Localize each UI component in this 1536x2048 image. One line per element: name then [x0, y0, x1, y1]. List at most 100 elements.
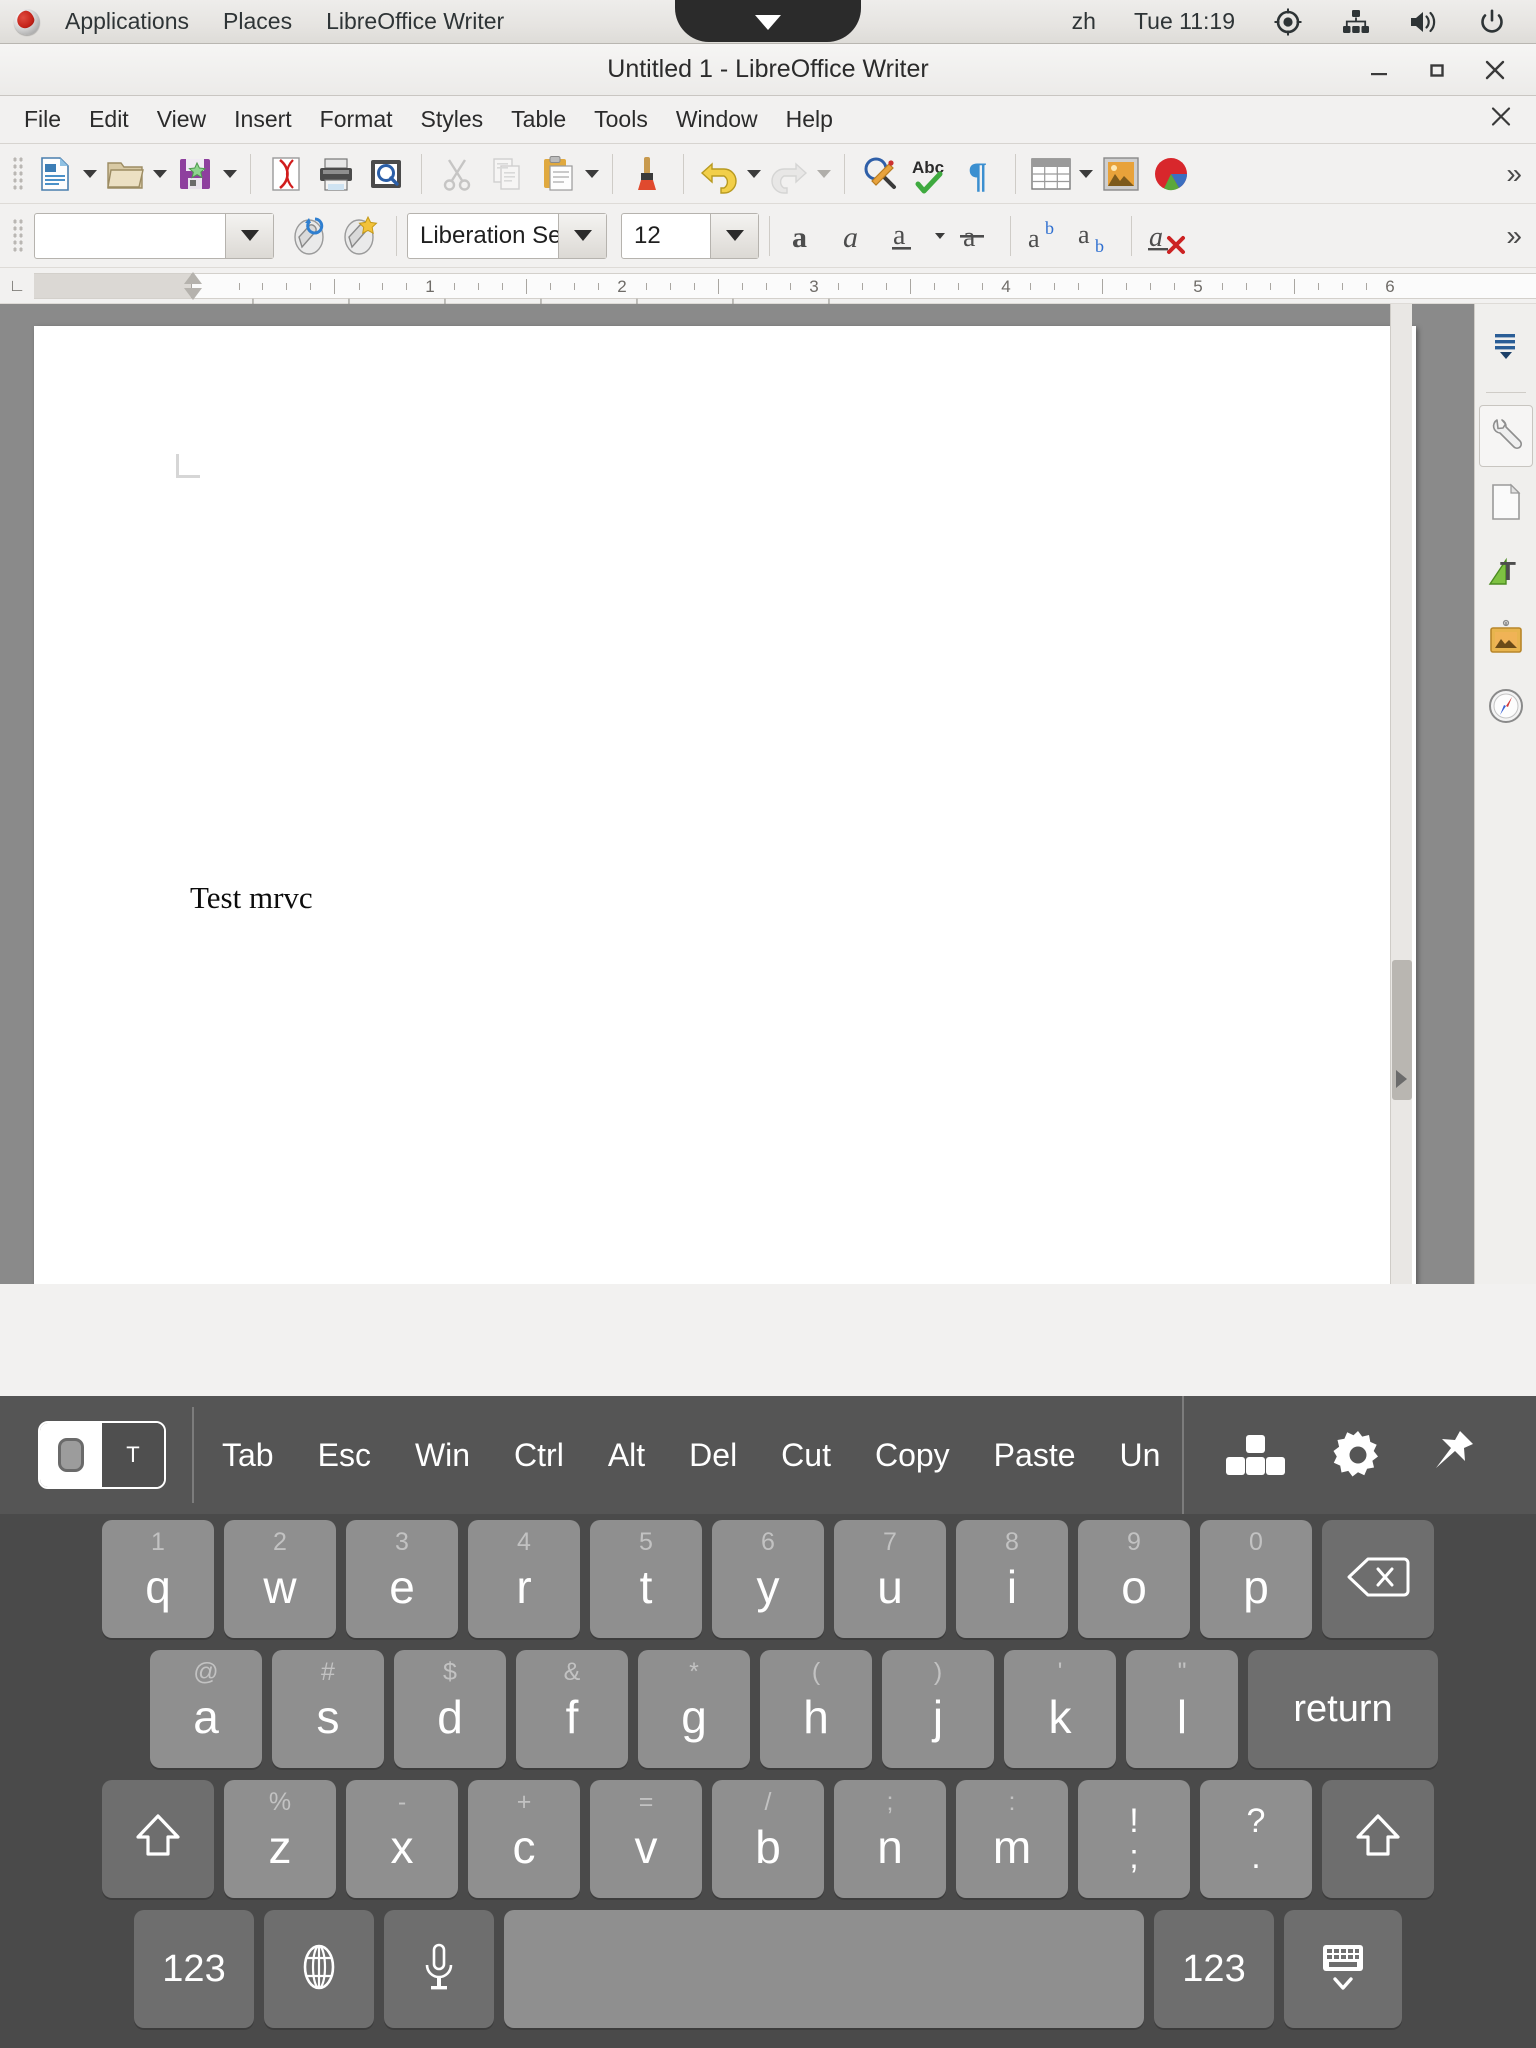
- window-minimize-button[interactable]: [1364, 55, 1394, 85]
- key-a[interactable]: @a: [150, 1650, 262, 1768]
- horizontal-ruler[interactable]: ∟ 1 2 3 4: [0, 268, 1536, 304]
- key-i[interactable]: 8i: [956, 1520, 1068, 1638]
- menu-tools[interactable]: Tools: [580, 96, 662, 144]
- backspace-key[interactable]: [1322, 1520, 1434, 1638]
- underline-dropdown[interactable]: [930, 213, 950, 259]
- panel-input-source[interactable]: zh: [1055, 0, 1113, 44]
- paintbrush-icon[interactable]: [623, 149, 673, 199]
- panel-power-button[interactable]: [1460, 0, 1524, 44]
- new-doc-icon[interactable]: [30, 149, 80, 199]
- bold-a-icon[interactable]: a: [780, 211, 830, 261]
- panel-menu-places[interactable]: Places: [206, 0, 309, 44]
- key-p[interactable]: 0p: [1200, 1520, 1312, 1638]
- subscript-icon[interactable]: ab: [1071, 211, 1121, 261]
- kb-key-ctrl[interactable]: Ctrl: [492, 1437, 586, 1474]
- key-y[interactable]: 6y: [712, 1520, 824, 1638]
- kb-key-undo[interactable]: Un: [1098, 1437, 1183, 1474]
- key-b[interactable]: /b: [712, 1780, 824, 1898]
- panel-volume-button[interactable]: [1392, 0, 1456, 44]
- key-n[interactable]: ;n: [834, 1780, 946, 1898]
- update-style-icon[interactable]: [286, 211, 336, 261]
- key-v[interactable]: =v: [590, 1780, 702, 1898]
- strikethrough-a-icon[interactable]: a: [950, 211, 1000, 261]
- key-m[interactable]: :m: [956, 1780, 1068, 1898]
- kb-key-esc[interactable]: Esc: [296, 1437, 393, 1474]
- key-c[interactable]: +c: [468, 1780, 580, 1898]
- clear-formatting-icon[interactable]: a: [1142, 211, 1192, 261]
- standard-toolbar-overflow[interactable]: »: [1506, 158, 1522, 190]
- gear-icon[interactable]: [1332, 1429, 1384, 1481]
- open-dropdown[interactable]: [150, 151, 170, 197]
- key-t[interactable]: 5t: [590, 1520, 702, 1638]
- shift-left-key[interactable]: [102, 1780, 214, 1898]
- printer-icon[interactable]: [311, 149, 361, 199]
- return-key[interactable]: return: [1248, 1650, 1438, 1768]
- underline-a-icon[interactable]: a: [880, 211, 930, 261]
- key-k[interactable]: 'k: [1004, 1650, 1116, 1768]
- panel-notch-button[interactable]: [675, 0, 861, 42]
- layout-blocks-icon[interactable]: [1224, 1431, 1286, 1479]
- question-period-key[interactable]: ? .: [1200, 1780, 1312, 1898]
- ruler-left-margin[interactable]: [34, 274, 192, 298]
- pie-chart-icon[interactable]: [1146, 149, 1196, 199]
- sidebar-settings-button[interactable]: [1479, 318, 1533, 380]
- kb-key-alt[interactable]: Alt: [586, 1437, 667, 1474]
- redo-arrow-icon[interactable]: [764, 149, 814, 199]
- scissors-icon[interactable]: [432, 149, 482, 199]
- image-icon[interactable]: [1096, 149, 1146, 199]
- table-grid-icon[interactable]: [1026, 149, 1076, 199]
- sidebar-item-navigator[interactable]: [1479, 677, 1533, 739]
- window-maximize-button[interactable]: [1422, 55, 1452, 85]
- toolbar-grip[interactable]: [12, 218, 24, 254]
- key-e[interactable]: 3e: [346, 1520, 458, 1638]
- key-r[interactable]: 4r: [468, 1520, 580, 1638]
- vertical-scrollbar[interactable]: [1390, 304, 1412, 1284]
- menu-help[interactable]: Help: [772, 96, 847, 144]
- toolbar-grip[interactable]: [12, 156, 24, 192]
- menu-styles[interactable]: Styles: [407, 96, 498, 144]
- numeric-right-key[interactable]: 123: [1154, 1910, 1274, 2028]
- table-dropdown[interactable]: [1076, 151, 1096, 197]
- document-text[interactable]: Test mrvc: [190, 880, 313, 916]
- close-document-icon[interactable]: [1488, 103, 1514, 136]
- kb-key-copy[interactable]: Copy: [853, 1437, 972, 1474]
- exclaim-semicolon-key[interactable]: ! ;: [1078, 1780, 1190, 1898]
- new-doc-dropdown[interactable]: [80, 151, 100, 197]
- first-line-indent-marker[interactable]: [184, 272, 202, 284]
- kb-key-del[interactable]: Del: [667, 1437, 759, 1474]
- panel-clock[interactable]: Tue 11:19: [1117, 0, 1252, 44]
- keyboard-mode-toggle[interactable]: T: [38, 1421, 166, 1489]
- font-size-dropdown[interactable]: [710, 214, 758, 258]
- ruler-bar[interactable]: 1 2 3 4 5: [34, 273, 1536, 299]
- print-preview-icon[interactable]: [361, 149, 411, 199]
- kb-key-paste[interactable]: Paste: [972, 1437, 1098, 1474]
- voice-input-key[interactable]: [384, 1910, 494, 2028]
- save-dropdown[interactable]: [220, 151, 240, 197]
- key-l[interactable]: "l: [1126, 1650, 1238, 1768]
- left-indent-marker[interactable]: [184, 288, 202, 300]
- shift-right-key[interactable]: [1322, 1780, 1434, 1898]
- font-size-combo[interactable]: 12: [621, 213, 759, 259]
- mouse-mode-icon[interactable]: [40, 1423, 102, 1487]
- key-u[interactable]: 7u: [834, 1520, 946, 1638]
- clipboard-icon[interactable]: [532, 149, 582, 199]
- kb-key-win[interactable]: Win: [393, 1437, 492, 1474]
- key-s[interactable]: #s: [272, 1650, 384, 1768]
- save-icon[interactable]: [170, 149, 220, 199]
- key-x[interactable]: -x: [346, 1780, 458, 1898]
- kb-key-tab[interactable]: Tab: [200, 1437, 296, 1474]
- sidebar-item-page[interactable]: [1479, 473, 1533, 535]
- gnome-logo-button[interactable]: [0, 0, 48, 44]
- key-h[interactable]: (h: [760, 1650, 872, 1768]
- hide-keyboard-key[interactable]: [1284, 1910, 1402, 2028]
- panel-location-button[interactable]: [1256, 0, 1320, 44]
- kb-key-cut[interactable]: Cut: [759, 1437, 853, 1474]
- key-j[interactable]: )j: [882, 1650, 994, 1768]
- pdf-icon[interactable]: [261, 149, 311, 199]
- sidebar-item-style-inspector[interactable]: T: [1479, 541, 1533, 603]
- menu-edit[interactable]: Edit: [75, 96, 143, 144]
- sidebar-item-properties[interactable]: [1479, 405, 1533, 467]
- key-d[interactable]: $d: [394, 1650, 506, 1768]
- find-replace-icon[interactable]: [855, 149, 905, 199]
- panel-active-application[interactable]: LibreOffice Writer: [309, 0, 521, 44]
